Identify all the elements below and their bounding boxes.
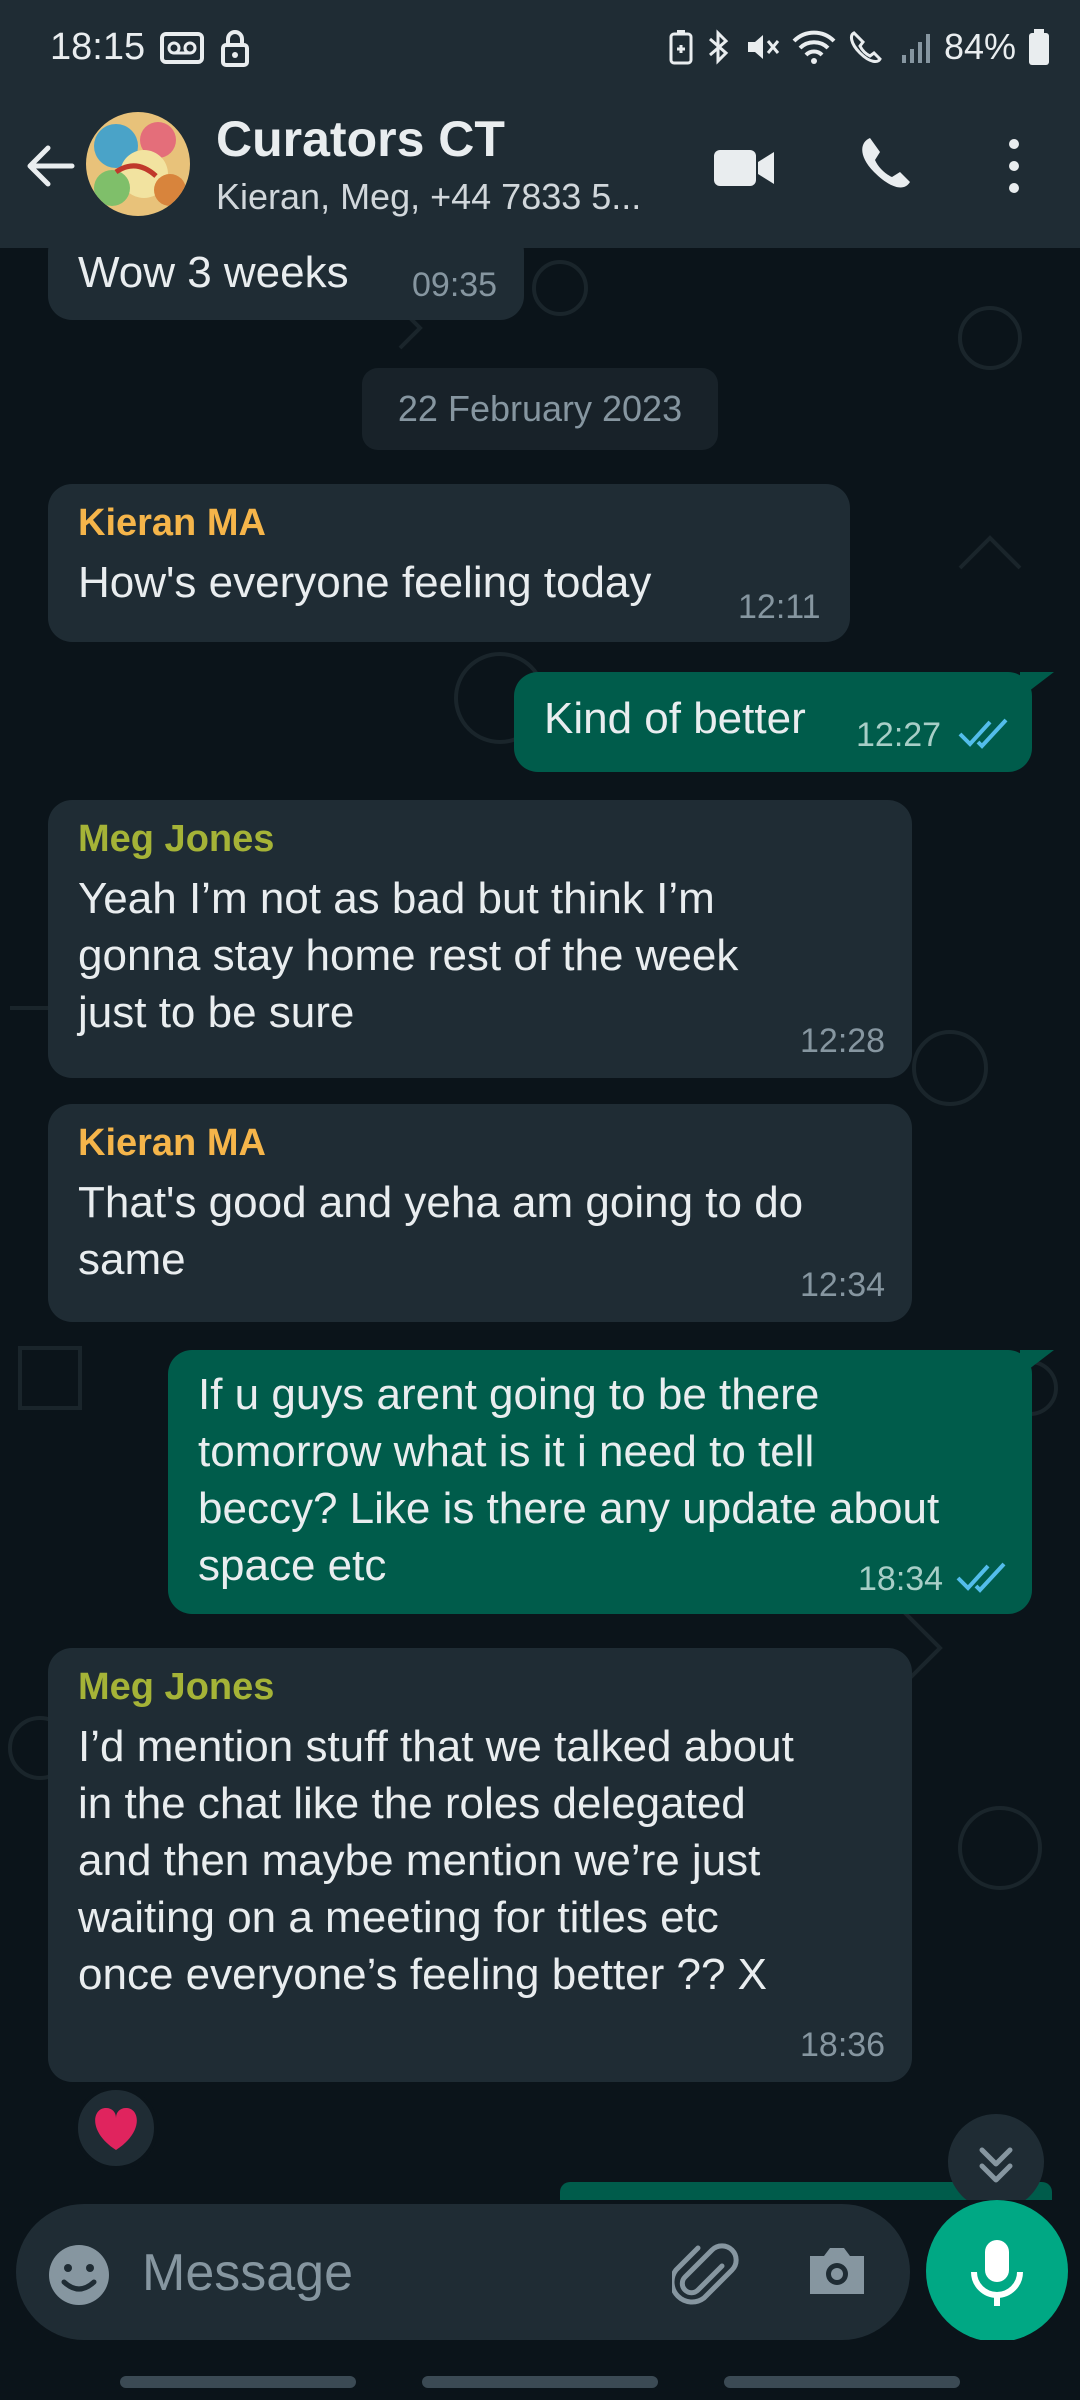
emoji-icon[interactable] [46,2242,112,2308]
message-bubble[interactable]: If u guys arent going to be there tomorr… [168,1350,1032,1614]
scroll-to-bottom-button[interactable] [948,2114,1044,2200]
chat-members[interactable]: Kieran, Meg, +44 7833 5... [216,176,641,218]
sender-name[interactable]: Kieran MA [78,1122,266,1165]
message-bubble[interactable]: Meg Jones Yeah I’m not as bad but think … [48,800,912,1078]
system-nav-bar [0,2340,1080,2400]
read-ticks-icon [958,718,1008,749]
message-bubble[interactable]: Kind of better 12:27 [514,672,1032,772]
more-vert-icon[interactable] [996,134,1032,198]
battery-percent: 84% [943,26,1016,67]
double-chevron-down-icon [979,2147,1013,2183]
status-bar: 18:15 84% [0,0,1080,100]
message-text: Yeah I’m not as bad but think I’m gonna … [78,874,739,1037]
phone-icon[interactable] [856,134,920,198]
message-time: 12:27 [856,716,942,754]
message-text: Wow 3 weeks [78,248,349,297]
date-divider: 22 February 2023 [362,368,718,450]
read-ticks-icon [956,1562,1006,1593]
message-bubble[interactable]: Wow 3 weeks 09:35 [48,248,524,320]
chat-header: Curators CT Kieran, Meg, +44 7833 5... [0,100,1080,248]
message-time: 12:34 [800,1266,886,1304]
sender-name[interactable]: Meg Jones [78,818,274,861]
mic-button[interactable] [926,2200,1068,2342]
message-text: Kind of better [544,694,806,743]
heart-reaction[interactable] [74,2086,158,2170]
chat-title[interactable]: Curators CT [216,110,505,168]
status-left-icons [160,30,250,68]
message-time: 12:11 [738,588,821,626]
mic-icon [971,2240,1023,2306]
nav-back-handle[interactable] [724,2376,960,2388]
lock-icon [221,30,249,67]
nav-recents-handle[interactable] [120,2376,356,2388]
sender-name[interactable]: Kieran MA [78,502,266,545]
bluetooth-icon [708,29,729,65]
message-time: 18:36 [800,2026,886,2064]
status-right-group: 84% [668,26,1050,68]
back-arrow-icon[interactable] [20,136,80,196]
nav-home-handle[interactable] [422,2376,658,2388]
message-input[interactable] [142,2228,642,2318]
message-time: 12:28 [800,1022,886,1060]
message-bubble[interactable]: Kieran MA How's everyone feeling today 1… [48,484,850,642]
signal-icon [901,34,930,63]
message-text: If u guys arent going to be there tomorr… [198,1370,940,1590]
camera-icon[interactable] [804,2238,870,2304]
mute-icon [747,35,780,59]
chat-area[interactable]: Wow 3 weeks 09:35 22 February 2023 Kiera… [0,248,1080,2200]
group-avatar[interactable] [86,112,190,216]
battery-icon [1029,29,1049,65]
wifi-call-icon [849,31,882,63]
sender-name[interactable]: Meg Jones [78,1666,274,1709]
message-bubble[interactable]: Meg Jones I’d mention stuff that we talk… [48,1648,912,2082]
heart-icon [95,2108,137,2150]
message-time: 09:35 [412,266,498,304]
battery-saver-icon [669,30,693,65]
status-time: 18:15 [50,26,146,68]
message-time: 18:34 [858,1560,944,1598]
voicemail-icon [160,32,204,64]
bubble-tail [1020,1350,1054,1376]
message-text: That's good and yeha am going to do same [78,1178,804,1284]
message-text: I’d mention stuff that we talked about i… [78,1722,794,1999]
video-call-icon[interactable] [712,140,776,196]
bubble-tail [1020,672,1054,698]
message-bubble[interactable]: Kieran MA That's good and yeha am going … [48,1104,912,1322]
wifi-icon [792,30,836,64]
attach-icon[interactable] [672,2236,742,2316]
message-text: How's everyone feeling today [78,558,652,607]
